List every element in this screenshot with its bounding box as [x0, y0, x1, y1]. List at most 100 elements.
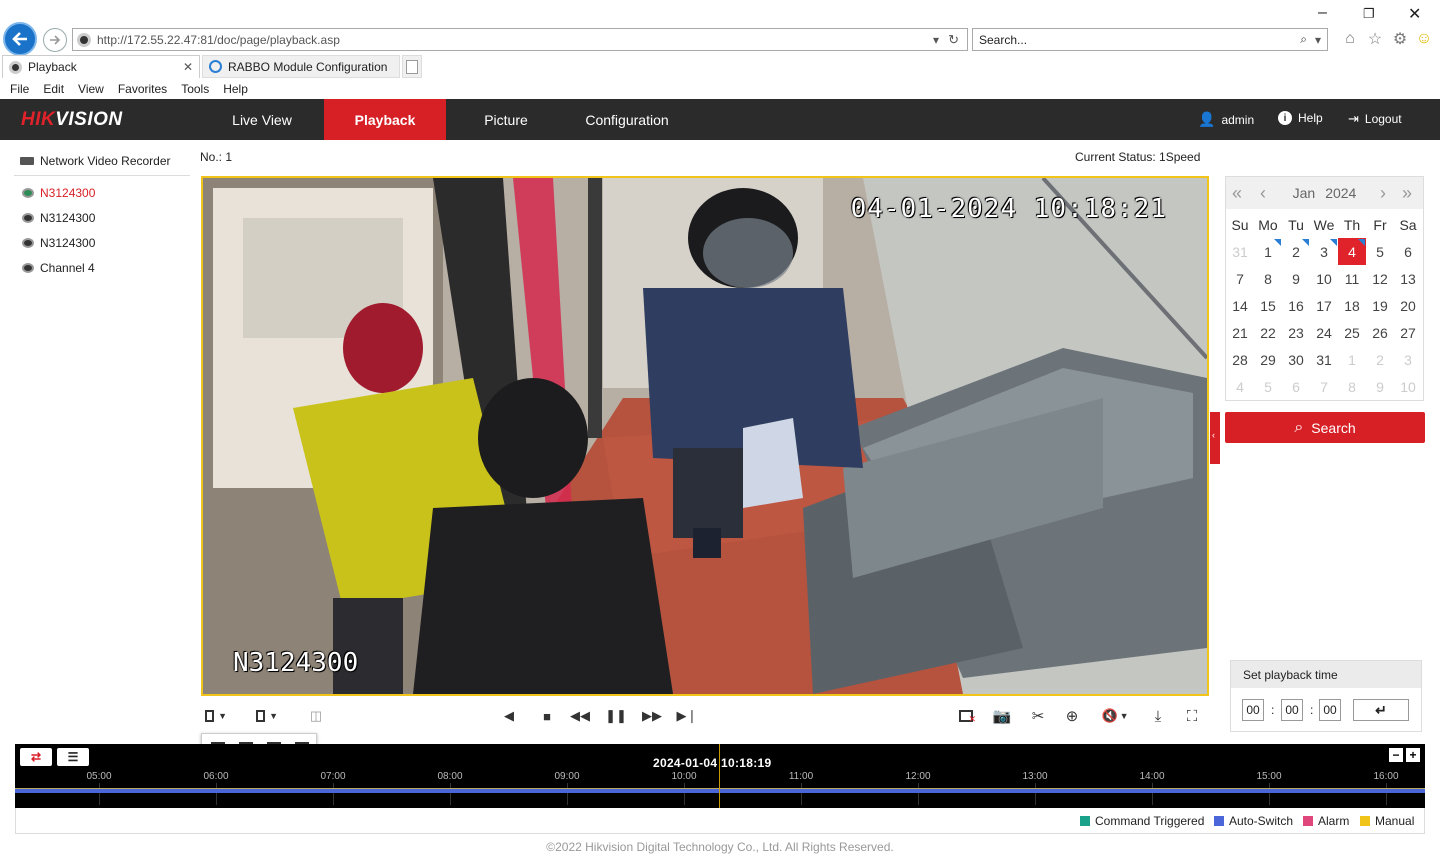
stop-all-button[interactable]: ✕ [955, 706, 977, 726]
window-layout-button[interactable]: ▼ [205, 706, 227, 726]
hour-field[interactable]: 00 [1242, 699, 1264, 721]
calendar-year[interactable]: 2024 [1325, 185, 1356, 201]
favorites-star-icon[interactable]: ☆ [1366, 30, 1384, 48]
tab-close-icon[interactable]: ✕ [183, 60, 193, 74]
calendar-day[interactable]: 8 [1338, 373, 1366, 400]
logout-link[interactable]: ⇥ Logout [1348, 111, 1402, 127]
timeline[interactable]: ⇄ ☰ 2024-01-04 10:18:19 05:00 06:00 07:00 0… [15, 744, 1425, 808]
calendar-day[interactable]: 4 [1226, 373, 1254, 400]
new-tab-button[interactable] [402, 55, 422, 78]
calendar-day[interactable]: 3 [1394, 346, 1422, 373]
next-year-icon[interactable]: » [1402, 183, 1412, 204]
home-icon[interactable]: ⌂ [1341, 30, 1359, 48]
calendar-day[interactable]: 4 [1338, 238, 1366, 265]
calendar-day[interactable]: 26 [1366, 319, 1394, 346]
second-field[interactable]: 00 [1319, 699, 1341, 721]
calendar-day[interactable]: 21 [1226, 319, 1254, 346]
fast-forward-button[interactable]: ▶▶ [641, 706, 663, 726]
dropdown-icon[interactable]: ▾ [933, 33, 939, 47]
menu-file[interactable]: File [10, 82, 29, 96]
download-icon[interactable]: ⤓ [1147, 706, 1169, 726]
calendar-day[interactable]: 11 [1338, 265, 1366, 292]
channel-item-1[interactable]: N3124300 [22, 186, 95, 200]
timeline-cursor[interactable] [719, 744, 720, 808]
pause-button[interactable]: ❚❚ [605, 706, 627, 726]
calendar-day[interactable]: 2 [1282, 238, 1310, 265]
search-button[interactable]: ⌕ Search [1225, 412, 1425, 443]
calendar-day[interactable]: 2 [1366, 346, 1394, 373]
channel-item-4[interactable]: Channel 4 [22, 261, 95, 275]
refresh-icon[interactable]: ↻ [948, 32, 959, 48]
calendar-day[interactable]: 24 [1310, 319, 1338, 346]
calendar-day[interactable]: 5 [1254, 373, 1282, 400]
back-button[interactable] [3, 22, 37, 56]
tab-rabbo[interactable]: RABBO Module Configuration [202, 55, 400, 78]
help-link[interactable]: i Help [1278, 111, 1323, 125]
calendar-day[interactable]: 20 [1394, 292, 1422, 319]
record-segment[interactable] [15, 788, 1425, 793]
user-menu[interactable]: 👤 admin [1198, 111, 1254, 128]
reverse-play-button[interactable]: ◀ [498, 706, 520, 726]
minute-field[interactable]: 00 [1281, 699, 1303, 721]
calendar-day[interactable]: 5 [1366, 238, 1394, 265]
menu-tools[interactable]: Tools [181, 82, 209, 96]
calendar-day[interactable]: 12 [1366, 265, 1394, 292]
calendar-day[interactable]: 23 [1282, 319, 1310, 346]
channel-item-2[interactable]: N3124300 [22, 211, 95, 225]
panel-collapse-handle[interactable]: ‹ [1210, 412, 1220, 464]
prev-month-icon[interactable]: ‹ [1260, 183, 1266, 204]
go-button[interactable]: ↵ [1353, 699, 1409, 721]
nav-live-view[interactable]: Live View [201, 99, 323, 140]
audio-button[interactable]: 🔇 ▼ [1098, 706, 1132, 726]
forward-button[interactable] [43, 28, 67, 52]
search-icon[interactable]: ⌕ [1300, 32, 1307, 47]
smiley-icon[interactable]: ☺ [1415, 30, 1433, 48]
calendar-day[interactable]: 3 [1310, 238, 1338, 265]
calendar-day[interactable]: 31 [1226, 238, 1254, 265]
menu-help[interactable]: Help [223, 82, 248, 96]
zoom-out-button[interactable]: − [1389, 748, 1403, 762]
nav-picture[interactable]: Picture [445, 99, 567, 140]
capture-button[interactable]: 📷 [991, 706, 1013, 726]
calendar-day[interactable]: 19 [1366, 292, 1394, 319]
calendar-day[interactable]: 7 [1310, 373, 1338, 400]
slow-forward-button[interactable]: ◀◀ [569, 706, 591, 726]
timeline-settings-button[interactable]: ☰ [57, 748, 89, 766]
close-icon[interactable]: ✕ [1408, 4, 1421, 24]
calendar-day[interactable]: 27 [1394, 319, 1422, 346]
zoom-in-button[interactable]: + [1406, 748, 1420, 762]
fisheye-icon[interactable]: ◫ [305, 706, 327, 726]
calendar-day[interactable]: 31 [1310, 346, 1338, 373]
calendar-day[interactable]: 6 [1282, 373, 1310, 400]
stop-button[interactable]: ■ [536, 706, 558, 726]
region-select-button[interactable]: ▼ [256, 706, 278, 726]
minimize-icon[interactable]: – [1318, 4, 1327, 22]
channel-item-3[interactable]: N3124300 [22, 236, 95, 250]
nav-configuration[interactable]: Configuration [566, 99, 688, 140]
menu-favorites[interactable]: Favorites [118, 82, 167, 96]
tab-playback[interactable]: Playback ✕ [2, 55, 200, 78]
calendar-day[interactable]: 9 [1282, 265, 1310, 292]
video-window[interactable]: 04-01-2024 10:18:21 N3124300 [201, 176, 1209, 696]
calendar-day[interactable]: 16 [1282, 292, 1310, 319]
calendar-day[interactable]: 1 [1254, 238, 1282, 265]
restore-icon[interactable]: ❐ [1363, 6, 1375, 22]
calendar-day[interactable]: 6 [1394, 238, 1422, 265]
calendar-day[interactable]: 25 [1338, 319, 1366, 346]
calendar-day[interactable]: 13 [1394, 265, 1422, 292]
calendar-day[interactable]: 17 [1310, 292, 1338, 319]
calendar-day[interactable]: 8 [1254, 265, 1282, 292]
sync-playback-button[interactable]: ⇄ [20, 748, 52, 766]
calendar-day[interactable]: 29 [1254, 346, 1282, 373]
prev-year-icon[interactable]: « [1232, 183, 1242, 204]
fullscreen-icon[interactable]: ⛶ [1181, 706, 1203, 726]
calendar-day[interactable]: 9 [1366, 373, 1394, 400]
clip-button[interactable]: ✂ [1027, 706, 1049, 726]
browser-search-input[interactable]: Search... ⌕ ▾ [972, 28, 1328, 51]
calendar-day[interactable]: 18 [1338, 292, 1366, 319]
menu-edit[interactable]: Edit [43, 82, 64, 96]
calendar-day[interactable]: 15 [1254, 292, 1282, 319]
search-dropdown-icon[interactable]: ▾ [1315, 33, 1321, 47]
calendar-day[interactable]: 10 [1394, 373, 1422, 400]
zoom-icon[interactable]: ⊕ [1061, 706, 1083, 726]
